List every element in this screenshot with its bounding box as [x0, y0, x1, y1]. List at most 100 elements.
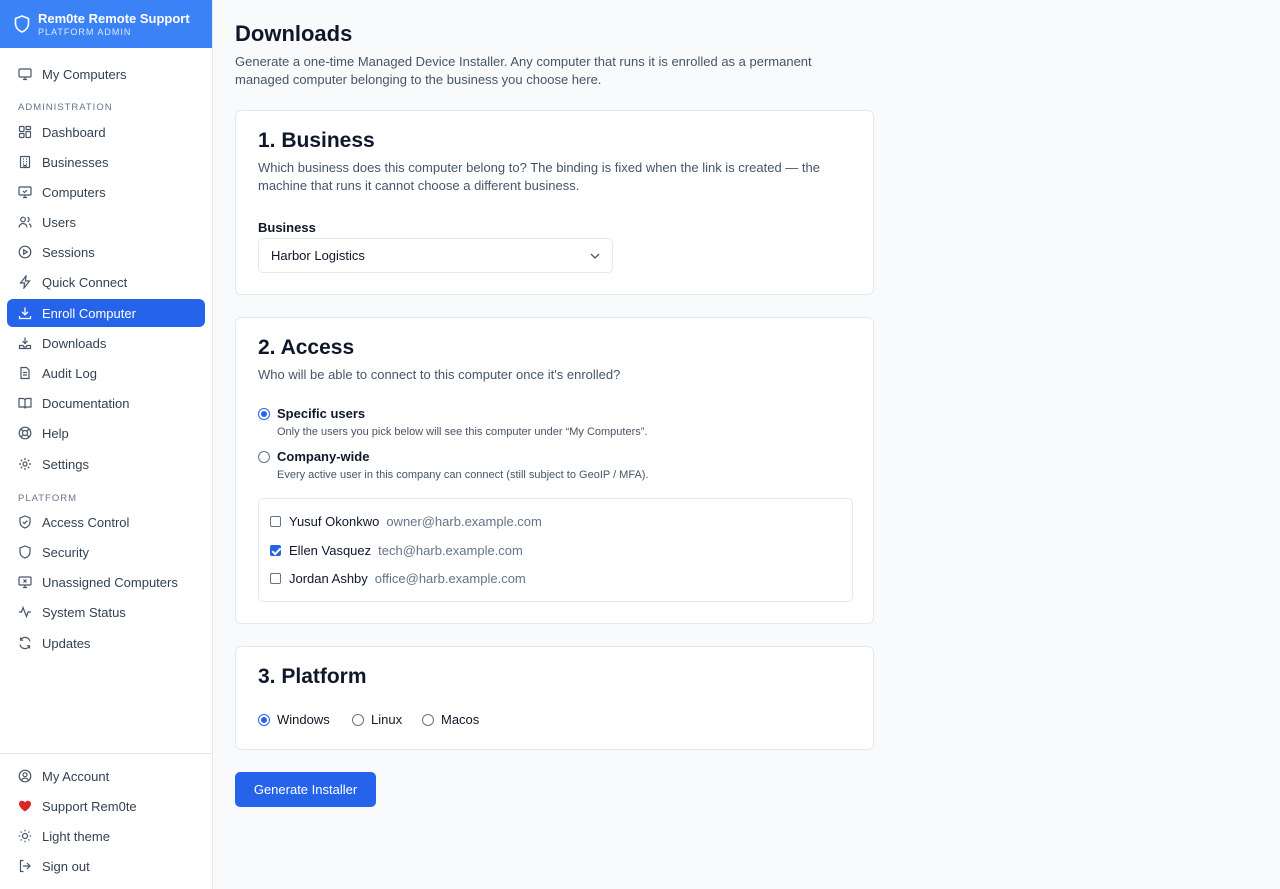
user-row[interactable]: Jordan Ashby office@harb.example.com	[270, 571, 526, 586]
brand-title: Rem0te Remote Support	[38, 10, 190, 26]
sidebar-item-unassigned-computers[interactable]: Unassigned Computers	[7, 568, 205, 596]
generate-installer-button[interactable]: Generate Installer	[235, 772, 376, 807]
platform-option-label: Macos	[441, 712, 480, 727]
user-checkbox[interactable]	[270, 516, 281, 527]
sidebar-item-label: Users	[42, 214, 76, 230]
platform-option-linux[interactable]: Linux	[352, 712, 402, 727]
sidebar-item-label: Light theme	[42, 828, 110, 844]
sidebar-item-my-computers[interactable]: My Computers	[7, 60, 205, 88]
sidebar-item-label: Sign out	[42, 858, 90, 874]
sidebar-item-sessions[interactable]: Sessions	[7, 238, 205, 266]
sidebar-item-label: System Status	[42, 604, 126, 620]
business-card-description: Which business does this computer belong…	[258, 160, 820, 193]
platform-option-label: Linux	[371, 712, 403, 727]
sidebar-item-updates[interactable]: Updates	[7, 629, 205, 657]
access-card-title: 2. Access	[258, 336, 355, 359]
sidebar-item-dashboard[interactable]: Dashboard	[7, 118, 205, 146]
access-option-specific-users[interactable]: Specific users	[258, 406, 365, 421]
platform-option-windows[interactable]: Windows	[258, 712, 330, 727]
building-icon	[19, 155, 31, 169]
access-card: 2. Access Who will be able to connect to…	[235, 317, 874, 624]
business-card-title: 1. Business	[258, 129, 375, 152]
user-circle-icon	[18, 769, 32, 783]
sidebar-item-documentation[interactable]: Documentation	[7, 389, 205, 417]
access-card-description: Who will be able to connect to this comp…	[258, 367, 621, 382]
sidebar-item-label: Dashboard	[42, 124, 106, 140]
sidebar-item-label: Enroll Computer	[42, 305, 136, 321]
sidebar-item-access-control[interactable]: Access Control	[7, 508, 205, 536]
business-field-label: Business	[258, 220, 316, 235]
sidebar-item-sign-out[interactable]: Sign out	[7, 852, 205, 880]
sidebar-item-label: Sessions	[42, 244, 95, 260]
users-icon	[18, 216, 32, 228]
user-name: Jordan Ashby	[289, 571, 368, 586]
shield-icon	[19, 545, 31, 559]
activity-icon	[19, 605, 31, 619]
sidebar-item-system-status[interactable]: System Status	[7, 598, 205, 626]
brand-text: Rem0te Remote Support PLATFORM ADMIN	[38, 11, 190, 38]
platform-card-title: 3. Platform	[258, 665, 367, 688]
sidebar-item-enroll-computer[interactable]: Enroll Computer	[7, 299, 205, 327]
platform-option-macos[interactable]: Macos	[422, 712, 479, 727]
company-wide-radio[interactable]	[258, 450, 270, 463]
specific-users-radio[interactable]	[258, 407, 270, 420]
sidebar-item-label: Unassigned Computers	[42, 574, 178, 590]
play-circle-icon	[18, 245, 32, 259]
user-checkbox[interactable]	[270, 573, 281, 584]
sidebar-item-label: My Computers	[42, 66, 127, 82]
sidebar-item-security[interactable]: Security	[7, 538, 205, 566]
download-icon	[18, 307, 32, 320]
sidebar-item-light-theme[interactable]: Light theme	[7, 822, 205, 850]
sidebar-item-label: Audit Log	[42, 365, 97, 381]
lifebuoy-icon	[18, 426, 32, 440]
sidebar-item-label: Security	[42, 544, 89, 560]
document-icon	[20, 366, 30, 380]
access-option-label: Specific users	[277, 406, 366, 421]
access-option-help: Every active user in this company can co…	[277, 469, 649, 481]
user-checkbox[interactable]	[270, 545, 281, 556]
dashboard-icon	[18, 125, 32, 139]
section-label-administration: ADMINISTRATION	[18, 102, 113, 113]
sidebar-item-label: My Account	[42, 768, 110, 784]
sidebar-item-label: Documentation	[42, 395, 130, 411]
book-icon	[18, 397, 32, 409]
sidebar-item-label: Access Control	[42, 514, 130, 530]
user-row[interactable]: Ellen Vasquez tech@harb.example.com	[270, 543, 523, 558]
sidebar-item-settings[interactable]: Settings	[7, 450, 205, 478]
sidebar-item-label: Businesses	[42, 154, 109, 170]
tray-download-icon	[18, 337, 32, 350]
access-option-company-wide[interactable]: Company-wide	[258, 449, 369, 464]
user-name: Yusuf Okonkwo	[289, 514, 380, 529]
brand-header[interactable]: Rem0te Remote Support PLATFORM ADMIN	[0, 0, 212, 48]
monitor-x-icon	[18, 576, 32, 589]
sidebar-item-help[interactable]: Help	[7, 419, 205, 447]
sidebar-item-support[interactable]: Support Rem0te	[7, 792, 205, 820]
sidebar-item-downloads[interactable]: Downloads	[7, 329, 205, 357]
sidebar-item-label: Help	[42, 425, 69, 441]
sidebar-item-computers[interactable]: Computers	[7, 178, 205, 206]
user-row[interactable]: Yusuf Okonkwo owner@harb.example.com	[270, 514, 542, 529]
sidebar-item-label: Settings	[42, 456, 89, 472]
platform-option-label: Windows	[277, 712, 330, 727]
macos-radio[interactable]	[422, 713, 434, 726]
sidebar-item-my-account[interactable]: My Account	[7, 762, 205, 790]
windows-radio[interactable]	[258, 713, 270, 726]
sidebar-item-label: Quick Connect	[42, 274, 128, 290]
sign-out-icon	[19, 859, 31, 873]
section-label-platform: PLATFORM	[18, 493, 78, 504]
sidebar-item-label: Support Rem0te	[42, 798, 137, 814]
platform-card: 3. Platform Windows Linux Macos	[235, 646, 874, 750]
shield-check-icon	[19, 515, 31, 529]
lightning-icon	[19, 275, 31, 289]
shield-icon	[14, 15, 30, 33]
linux-radio[interactable]	[352, 713, 364, 726]
business-select[interactable]: Harbor Logistics	[258, 238, 613, 273]
brand-subtitle: PLATFORM ADMIN	[38, 26, 132, 37]
sidebar-item-businesses[interactable]: Businesses	[7, 148, 205, 176]
sidebar-divider	[0, 753, 212, 754]
sidebar-item-audit-log[interactable]: Audit Log	[7, 359, 205, 387]
sidebar-item-users[interactable]: Users	[7, 208, 205, 236]
page-title: Downloads	[235, 21, 353, 46]
access-option-label: Company-wide	[277, 449, 370, 464]
sidebar-item-quick-connect[interactable]: Quick Connect	[7, 268, 205, 296]
